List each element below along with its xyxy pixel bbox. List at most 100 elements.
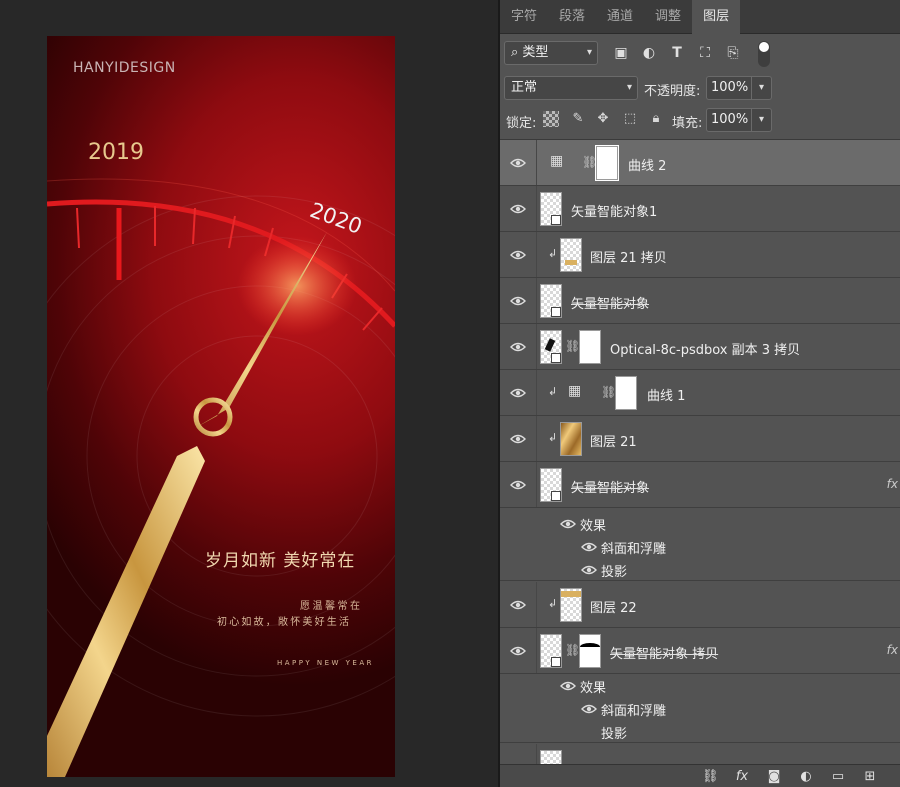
layer-thumbnail[interactable] — [560, 588, 582, 622]
layer-name[interactable]: 图层 21 — [590, 431, 637, 450]
layer-thumbnail[interactable] — [540, 750, 562, 764]
layer-row[interactable] — [500, 744, 900, 764]
layer-thumbnail[interactable] — [540, 192, 562, 226]
year-2019-label: 2019 — [88, 140, 144, 165]
layer-row[interactable]: 矢量智能对象 fx — [500, 462, 900, 508]
effects-group[interactable]: 效果 — [500, 512, 900, 535]
visibility-eye-icon[interactable] — [510, 387, 526, 399]
tab-layers[interactable]: 图层 — [692, 0, 741, 34]
visibility-eye-icon[interactable] — [510, 203, 526, 215]
opacity-label: 不透明度: — [644, 84, 701, 99]
mask-icon[interactable]: ◙ — [766, 769, 782, 785]
visibility-eye-icon[interactable] — [510, 479, 526, 491]
layers-list[interactable]: ▦ ⛓ 曲线 2 矢量智能对象1 ↲ 图层 21 拷贝 矢量智能对象 ⛓ Opt… — [500, 139, 900, 764]
layer-name[interactable]: 图层 21 拷贝 — [590, 247, 667, 266]
visibility-eye-icon[interactable] — [510, 341, 526, 353]
layer-row[interactable]: ▦ ⛓ 曲线 2 — [500, 140, 900, 186]
effect-item[interactable]: 斜面和浮雕 — [500, 697, 900, 720]
smart-object-badge-icon — [551, 491, 561, 501]
filter-pixel-icon[interactable]: ▣ — [612, 44, 630, 62]
fx-badge-icon[interactable]: fx — [887, 477, 898, 491]
layer-row[interactable]: ↲ ▦ ⛓ 曲线 1 — [500, 370, 900, 416]
layer-name[interactable]: Optical-8c-psdbox 副本 3 拷贝 — [610, 339, 800, 358]
effect-item[interactable]: 投影 — [500, 720, 900, 743]
visibility-eye-icon[interactable] — [560, 518, 576, 530]
curves-adjustment-icon: ▦ — [550, 153, 564, 169]
layer-thumbnail[interactable] — [560, 238, 582, 272]
clipping-arrow-icon: ↲ — [548, 385, 558, 398]
layer-thumbnail[interactable] — [540, 330, 562, 364]
folder-icon[interactable]: ▭ — [830, 769, 846, 785]
visibility-eye-icon[interactable] — [510, 249, 526, 261]
layer-mask-thumbnail[interactable] — [595, 145, 619, 181]
lock-label: 锁定: — [506, 116, 537, 131]
layer-row[interactable]: ↲ 图层 21 — [500, 416, 900, 462]
layer-row[interactable]: ⛓ Optical-8c-psdbox 副本 3 拷贝 — [500, 324, 900, 370]
visibility-eye-icon[interactable] — [510, 433, 526, 445]
tab-adjustments[interactable]: 调整 — [644, 0, 692, 34]
layer-thumbnail[interactable] — [540, 468, 562, 502]
tab-paragraph[interactable]: 段落 — [548, 0, 596, 34]
opacity-field[interactable]: 100% — [706, 76, 752, 100]
tab-channels[interactable]: 通道 — [596, 0, 644, 34]
layer-thumbnail[interactable] — [560, 422, 582, 456]
layer-name[interactable]: 矢量智能对象1 — [571, 201, 657, 220]
layer-thumbnail[interactable] — [540, 284, 562, 318]
visibility-eye-icon[interactable] — [581, 541, 597, 553]
filter-type-icon[interactable]: T — [668, 44, 686, 62]
fx-icon[interactable]: fx — [734, 769, 750, 785]
filter-kind-dropdown[interactable]: ⌕ 类型 ▾ — [504, 41, 598, 65]
visibility-eye-icon[interactable] — [560, 680, 576, 692]
effect-item[interactable]: 投影 — [500, 558, 900, 581]
layer-name[interactable]: 图层 22 — [590, 597, 637, 616]
fill-dropdown-button[interactable]: ▾ — [752, 108, 772, 132]
layer-thumbnail[interactable] — [540, 634, 562, 668]
layer-row[interactable]: 矢量智能对象 — [500, 278, 900, 324]
layer-row[interactable]: ↲ 图层 22 — [500, 582, 900, 628]
link-icon[interactable]: ⛓ — [702, 769, 719, 785]
layer-name[interactable]: 矢量智能对象 拷贝 — [610, 643, 718, 662]
filter-shape-icon[interactable]: ⛶ — [696, 44, 714, 62]
layers-panel: 字符 段落 通道 调整 图层 ⌕ 类型 ▾ ▣ ◐ T ⛶ ⎘ 正常 ▾ 不透明… — [500, 0, 900, 787]
layer-row[interactable]: 矢量智能对象1 — [500, 186, 900, 232]
lock-artboard-icon[interactable]: ⬚ — [622, 111, 638, 127]
adjustment-icon[interactable]: ◐ — [798, 769, 814, 785]
layer-row[interactable]: ⛓ 矢量智能对象 拷贝 fx — [500, 628, 900, 674]
layer-mask-thumbnail[interactable] — [615, 376, 637, 410]
visibility-eye-icon[interactable] — [510, 157, 526, 169]
lock-transparency-icon[interactable] — [543, 111, 559, 127]
poster-artwork[interactable]: HANYIDESIGN 2019 2020 岁月如新 美好常在 愿温馨常在 初心… — [47, 36, 395, 777]
filter-kind-label: 类型 — [522, 45, 549, 60]
layer-name[interactable]: 曲线 1 — [647, 385, 685, 404]
visibility-eye-icon[interactable] — [581, 564, 597, 576]
lock-paint-icon[interactable]: ✎ — [570, 111, 586, 127]
mask-link-icon: ⛓ — [565, 339, 581, 353]
opacity-dropdown-button[interactable]: ▾ — [752, 76, 772, 100]
blend-mode-dropdown[interactable]: 正常 ▾ — [504, 76, 638, 100]
visibility-eye-icon[interactable] — [510, 645, 526, 657]
effect-label: 斜面和浮雕 — [601, 542, 667, 557]
filter-adjustment-icon[interactable]: ◐ — [640, 44, 658, 62]
filter-toggle-icon[interactable] — [758, 41, 770, 67]
layer-name[interactable]: 曲线 2 — [628, 155, 666, 174]
visibility-eye-icon[interactable] — [510, 295, 526, 307]
effect-item[interactable]: 斜面和浮雕 — [500, 535, 900, 558]
fill-field[interactable]: 100% — [706, 108, 752, 132]
visibility-eye-icon[interactable] — [581, 703, 597, 715]
fx-badge-icon[interactable]: fx — [887, 643, 898, 657]
layer-name[interactable]: 矢量智能对象 — [571, 293, 649, 312]
chevron-down-icon: ▾ — [626, 82, 632, 93]
filter-smartobject-icon[interactable]: ⎘ — [724, 44, 742, 62]
lock-all-icon[interactable]: 🔒︎ — [648, 111, 664, 127]
visibility-eye-icon[interactable] — [510, 599, 526, 611]
layer-row[interactable]: ↲ 图层 21 拷贝 — [500, 232, 900, 278]
canvas-area[interactable]: HANYIDESIGN 2019 2020 岁月如新 美好常在 愿温馨常在 初心… — [0, 0, 498, 787]
layer-mask-thumbnail[interactable] — [579, 634, 601, 668]
effects-group[interactable]: 效果 — [500, 674, 900, 697]
layer-name[interactable]: 矢量智能对象 — [571, 477, 649, 496]
subline-2: 初心如故，敞怀美好生活 — [217, 617, 352, 628]
tab-character[interactable]: 字符 — [500, 0, 548, 34]
lock-position-icon[interactable]: ✥ — [595, 111, 611, 127]
layer-mask-thumbnail[interactable] — [579, 330, 601, 364]
new-layer-icon[interactable]: ⊞ — [862, 769, 878, 785]
